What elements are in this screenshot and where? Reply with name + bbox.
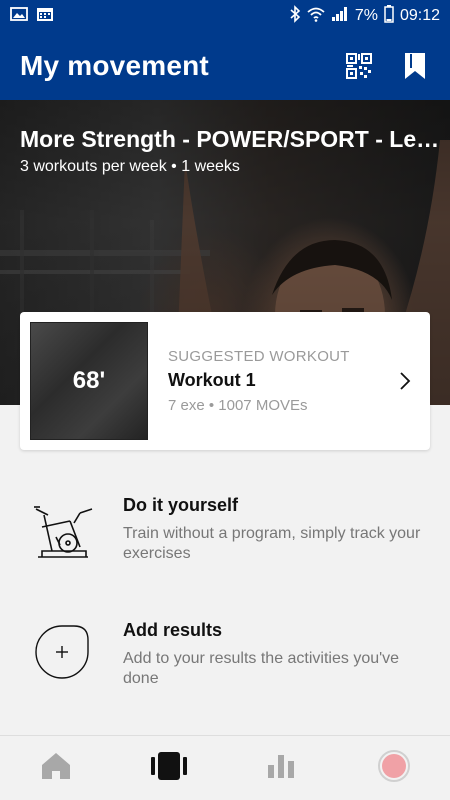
suggested-workout-label: SUGGESTED WORKOUT: [168, 348, 350, 365]
program-title: More Strength - POWER/SPORT - Level 1: [20, 126, 450, 152]
exercise-bike-icon: [30, 501, 94, 566]
battery-icon: [384, 4, 394, 28]
workout-title: Workout 1: [168, 370, 256, 390]
bottom-nav: [0, 735, 450, 800]
workouts-icon: [150, 751, 187, 786]
suggested-workout-card[interactable]: 68' SUGGESTED WORKOUT Workout 1 7 exe • …: [20, 312, 430, 450]
nav-stats[interactable]: [225, 736, 338, 800]
calendar-icon: [36, 6, 54, 27]
qr-code-icon[interactable]: [344, 51, 374, 81]
status-bar: 7% 09:12: [0, 0, 450, 32]
status-left: [10, 6, 54, 27]
status-right: 7% 09:12: [289, 4, 440, 28]
option-title: Do it yourself: [123, 495, 239, 515]
option-description: Add to your results the activities you'v…: [123, 650, 400, 687]
do-it-yourself-option[interactable]: Do it yourself Train without a program, …: [0, 495, 450, 595]
page-title: My movement: [20, 50, 209, 81]
add-results-text: Add results Add to your results the acti…: [123, 620, 423, 689]
nav-home[interactable]: [0, 736, 113, 800]
signal-icon: [331, 6, 349, 27]
add-results-icon: [34, 624, 90, 685]
record-icon: [377, 749, 410, 787]
wifi-icon: [307, 6, 325, 27]
option-description: Train without a program, simply track yo…: [123, 525, 421, 562]
add-results-option[interactable]: Add results Add to your results the acti…: [0, 620, 450, 720]
header-actions: [344, 51, 430, 81]
workout-meta: 7 exe • 1007 MOVEs: [168, 397, 308, 414]
workout-thumbnail: 68': [30, 322, 148, 440]
chevron-right-icon: [390, 371, 420, 391]
stats-icon: [267, 753, 295, 784]
nav-record[interactable]: [338, 736, 450, 800]
app-bar: My movement: [0, 32, 450, 100]
nav-workouts[interactable]: [113, 736, 226, 800]
bookmark-icon[interactable]: [400, 51, 430, 81]
suggested-workout-body: SUGGESTED WORKOUT Workout 1 7 exe • 1007…: [168, 348, 390, 414]
workout-duration: 68': [72, 367, 106, 394]
program-subtitle: 3 workouts per week • 1 weeks: [20, 158, 240, 175]
image-icon: [10, 6, 28, 27]
bluetooth-icon: [289, 4, 301, 28]
battery-percent: 7%: [354, 7, 378, 24]
option-title: Add results: [123, 620, 223, 640]
home-icon: [40, 751, 72, 786]
do-it-yourself-text: Do it yourself Train without a program, …: [123, 495, 423, 564]
status-time: 09:12: [399, 7, 440, 24]
